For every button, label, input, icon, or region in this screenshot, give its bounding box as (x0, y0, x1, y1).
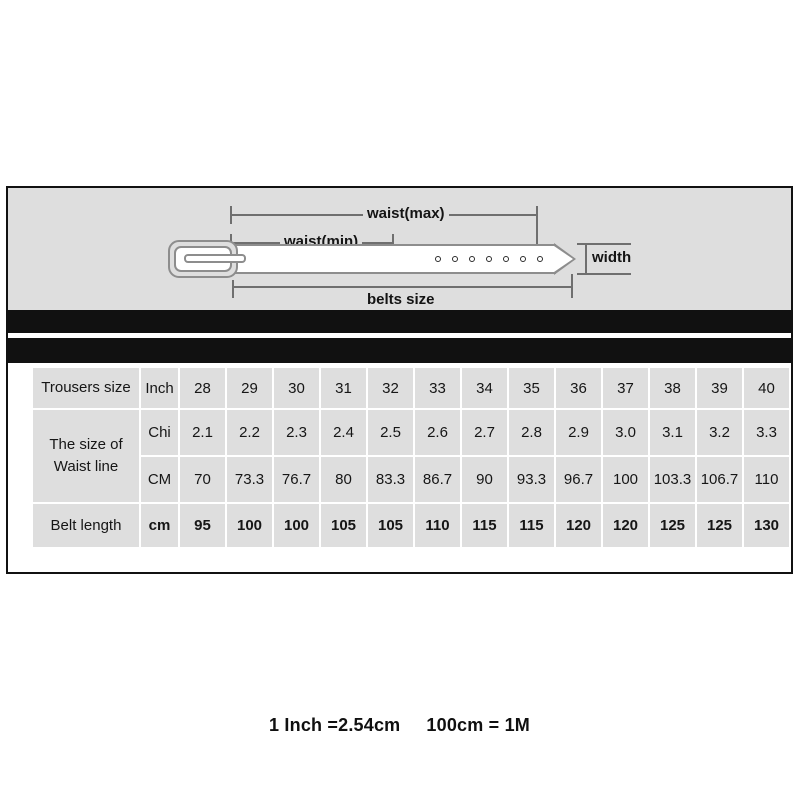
cell-chi-5: 2.6 (415, 410, 460, 455)
cell-trousers-11: 39 (697, 368, 742, 408)
table-row: Belt length cm 95 100 100 105 105 110 11… (33, 504, 789, 547)
row-unit-inch: Inch (141, 368, 178, 408)
cell-cm-7: 93.3 (509, 457, 554, 502)
cell-belt-3: 105 (321, 504, 366, 547)
table-row: Trousers size Inch 28 29 30 31 32 33 34 … (33, 368, 789, 408)
waist-max-tick-left (230, 206, 232, 224)
belts-size-tick-left (232, 280, 234, 298)
cell-trousers-9: 37 (603, 368, 648, 408)
cell-trousers-3: 31 (321, 368, 366, 408)
cell-belt-4: 105 (368, 504, 413, 547)
belt-hole (520, 256, 526, 262)
cell-chi-1: 2.2 (227, 410, 272, 455)
cell-belt-8: 120 (556, 504, 601, 547)
belt-hole (469, 256, 475, 262)
cell-chi-8: 2.9 (556, 410, 601, 455)
cell-cm-12: 110 (744, 457, 789, 502)
belt-hole (435, 256, 441, 262)
cell-trousers-8: 36 (556, 368, 601, 408)
cell-cm-10: 103.3 (650, 457, 695, 502)
table-row: The size of Waist line Chi 2.1 2.2 2.3 2… (33, 410, 789, 502)
conversion-footnote: 1 Inch =2.54cm 100cm = 1M (8, 715, 791, 736)
cell-cm-1: 73.3 (227, 457, 272, 502)
cell-trousers-6: 34 (462, 368, 507, 408)
cell-trousers-10: 38 (650, 368, 695, 408)
cell-chi-9: 3.0 (603, 410, 648, 455)
cell-belt-2: 100 (274, 504, 319, 547)
cell-trousers-2: 30 (274, 368, 319, 408)
cell-belt-0: 95 (180, 504, 225, 547)
cell-belt-10: 125 (650, 504, 695, 547)
cell-trousers-7: 35 (509, 368, 554, 408)
size-table-section: Trousers size Inch 28 29 30 31 32 33 34 … (8, 363, 791, 735)
black-divider-bar-bottom (8, 338, 791, 363)
cell-trousers-4: 32 (368, 368, 413, 408)
row-label-waist-line-l2: Waist line (53, 458, 119, 475)
cell-chi-11: 3.2 (697, 410, 742, 455)
belt-hole (537, 256, 543, 262)
cell-cm-0: 70 (180, 457, 225, 502)
cell-chi-3: 2.4 (321, 410, 366, 455)
cell-chi-0: 2.1 (180, 410, 225, 455)
cell-trousers-5: 33 (415, 368, 460, 408)
cell-belt-1: 100 (227, 504, 272, 547)
cell-chi-2: 2.3 (274, 410, 319, 455)
cell-belt-7: 115 (509, 504, 554, 547)
row-label-belt-length: Belt length (33, 504, 139, 547)
cell-belt-9: 120 (603, 504, 648, 547)
row-label-waist-line-l1: The size of (49, 436, 123, 454)
cell-trousers-12: 40 (744, 368, 789, 408)
belt-tip-inner (554, 246, 573, 272)
row-unit-chi: Chi (141, 410, 178, 455)
cell-cm-4: 83.3 (368, 457, 413, 502)
cell-chi-7: 2.8 (509, 410, 554, 455)
cell-cm-2: 76.7 (274, 457, 319, 502)
belts-size-label: belts size (363, 291, 439, 308)
cell-chi-10: 3.1 (650, 410, 695, 455)
belt-diagram: waist(max) waist(min) width belts size (8, 188, 791, 310)
row-label-waist-line: The size of Waist line (33, 410, 139, 502)
cell-trousers-0: 28 (180, 368, 225, 408)
cell-chi-6: 2.7 (462, 410, 507, 455)
belts-size-line (232, 286, 573, 288)
chart-panel: waist(max) waist(min) width belts size T… (6, 186, 793, 735)
cell-chi-4: 2.5 (368, 410, 413, 455)
waist-max-label: waist(max) (363, 205, 449, 222)
size-chart-image: waist(max) waist(min) width belts size T… (0, 0, 800, 800)
cell-belt-6: 115 (462, 504, 507, 547)
cell-cm-5: 86.7 (415, 457, 460, 502)
belts-size-tick-right (571, 274, 573, 298)
row-unit-cm: CM (141, 457, 178, 502)
belt-hole (452, 256, 458, 262)
footnote-inch-conversion: 1 Inch =2.54cm (269, 715, 401, 735)
cell-belt-12: 130 (744, 504, 789, 547)
black-divider-bar-top (8, 310, 791, 333)
belt-hole (486, 256, 492, 262)
cell-cm-11: 106.7 (697, 457, 742, 502)
cell-belt-11: 125 (697, 504, 742, 547)
cell-cm-9: 100 (603, 457, 648, 502)
cell-cm-3: 80 (321, 457, 366, 502)
width-tick (585, 243, 587, 275)
width-label: width (588, 249, 636, 266)
cell-cm-8: 96.7 (556, 457, 601, 502)
belt-hole (503, 256, 509, 262)
table-row: CM 70 73.3 76.7 80 83.3 86.7 90 93.3 96.… (33, 457, 789, 502)
row-label-trousers-size: Trousers size (33, 368, 139, 408)
cell-chi-12: 3.3 (744, 410, 789, 455)
cell-cm-6: 90 (462, 457, 507, 502)
belt-buckle-prong (184, 254, 246, 263)
cell-belt-5: 110 (415, 504, 460, 547)
row-unit-belt-cm: cm (141, 504, 178, 547)
cell-trousers-1: 29 (227, 368, 272, 408)
footnote-meter-conversion: 100cm = 1M (426, 715, 530, 735)
size-table: Trousers size Inch 28 29 30 31 32 33 34 … (31, 366, 791, 549)
